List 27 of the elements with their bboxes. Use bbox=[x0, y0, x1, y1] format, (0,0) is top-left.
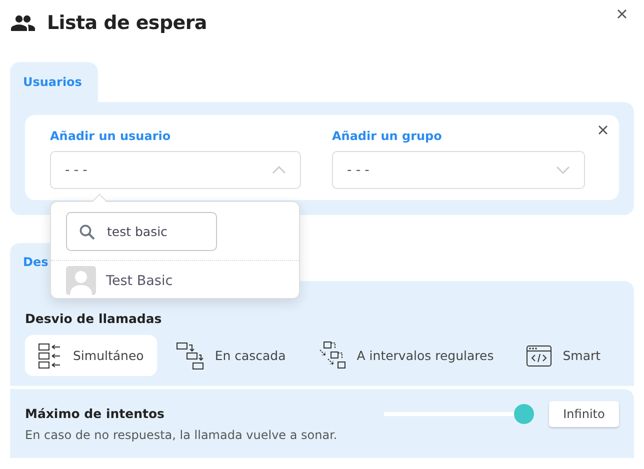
remove-button[interactable] bbox=[598, 125, 608, 135]
search-field[interactable]: test basic bbox=[66, 212, 217, 251]
select-field[interactable]: - - - bbox=[332, 151, 585, 189]
field-label: Añadir un usuario bbox=[50, 129, 172, 143]
select-field[interactable]: - - - bbox=[50, 151, 301, 189]
field-label: Añadir un grupo bbox=[332, 129, 443, 143]
section-heading: Máximo de intentos bbox=[25, 406, 166, 421]
cascade-boxes-icon bbox=[176, 342, 204, 370]
parallel-boxes-icon bbox=[38, 342, 62, 368]
code-window-icon bbox=[526, 344, 552, 366]
close-button[interactable] bbox=[617, 9, 627, 19]
mode-option[interactable]: En cascada bbox=[162, 335, 299, 376]
section-heading: Desvio de llamadas bbox=[25, 311, 163, 326]
value-button[interactable]: Infinito bbox=[549, 401, 619, 427]
mode-option[interactable]: Smart bbox=[512, 335, 614, 376]
description-text: En caso de no respuesta, la llamada vuelve a sonar. bbox=[25, 428, 338, 442]
avatar-icon bbox=[66, 266, 96, 295]
mode-option[interactable]: Simultáneo bbox=[25, 335, 157, 376]
slider-thumb[interactable] bbox=[514, 404, 534, 424]
chevron-icon bbox=[556, 166, 570, 174]
search-icon bbox=[79, 224, 95, 240]
result-item[interactable]: Test Basic bbox=[51, 260, 299, 295]
dialog-title: Lista de espera bbox=[47, 12, 207, 34]
mode-option[interactable]: A intervalos regulares bbox=[304, 335, 507, 376]
chevron-icon bbox=[272, 166, 286, 174]
staggered-boxes-icon bbox=[318, 340, 346, 370]
people-icon bbox=[11, 15, 35, 31]
